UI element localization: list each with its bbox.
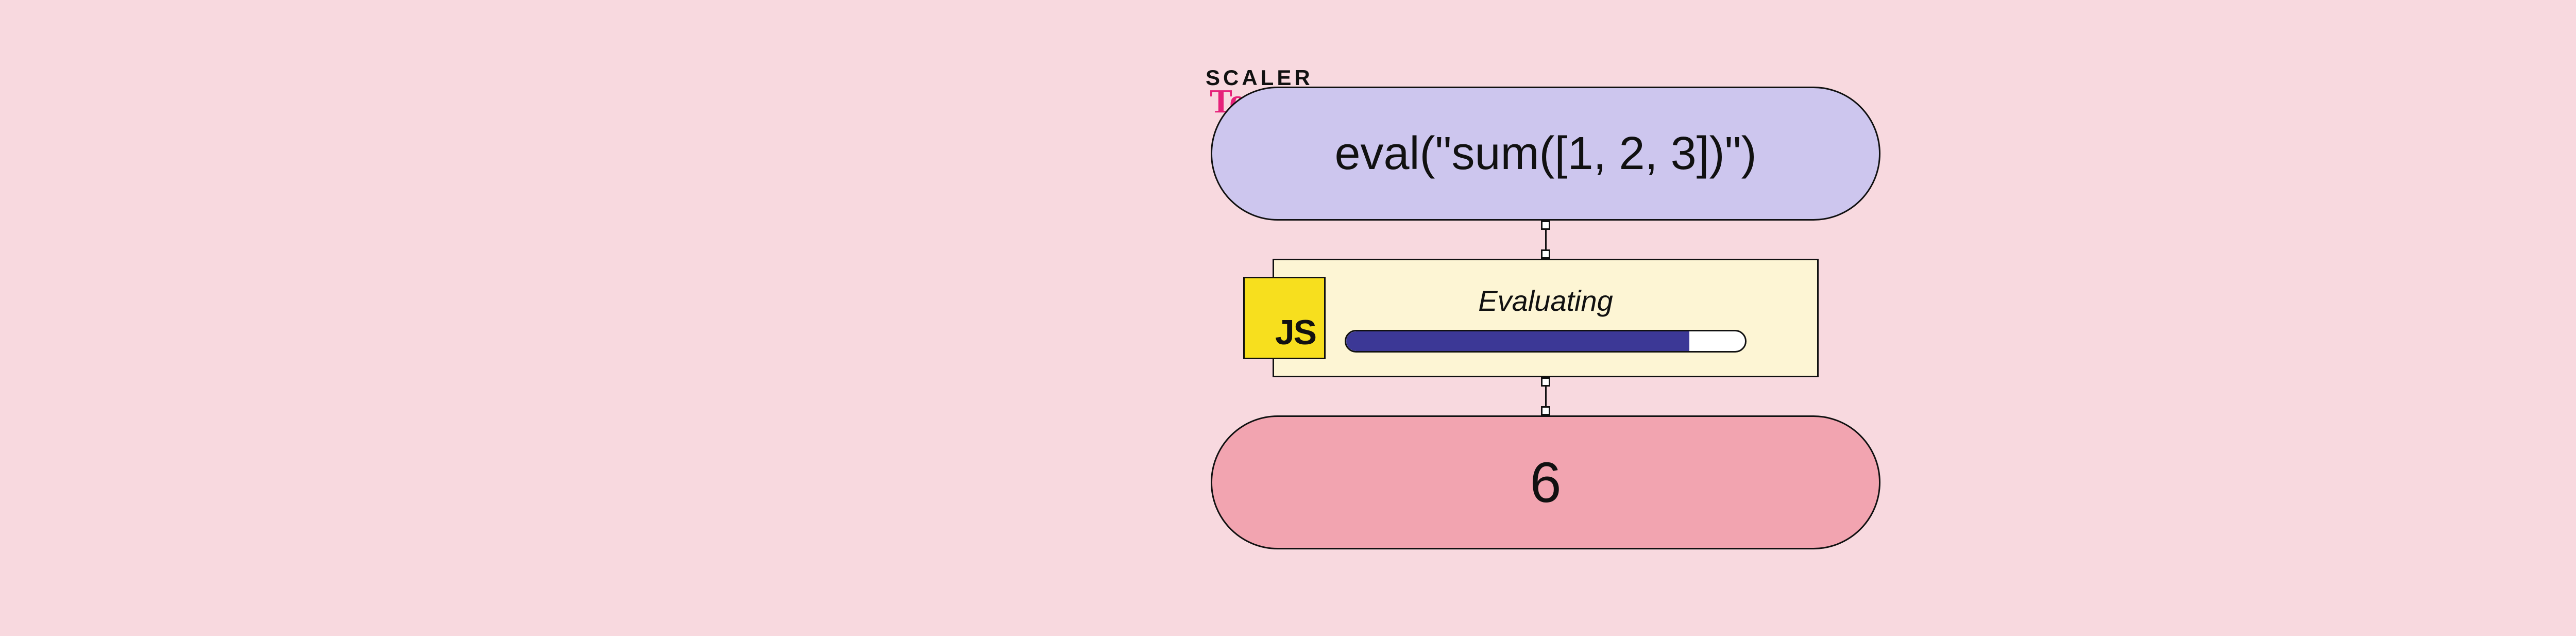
- js-badge-icon: JS: [1243, 277, 1326, 359]
- input-pill: eval("sum([1, 2, 3])"): [1211, 87, 1880, 221]
- connector-node-icon: [1541, 249, 1550, 259]
- evaluator-label: Evaluating: [1478, 284, 1613, 317]
- connector-node-icon: [1541, 377, 1550, 387]
- connector-line: [1545, 387, 1547, 406]
- output-pill: 6: [1211, 415, 1880, 549]
- connector-bottom: [1541, 377, 1550, 415]
- js-badge-label: JS: [1275, 312, 1316, 353]
- evaluator-box: JS Evaluating: [1273, 259, 1819, 377]
- connector-node-icon: [1541, 221, 1550, 230]
- progress-fill: [1346, 331, 1689, 351]
- connector-line: [1545, 230, 1547, 249]
- progress-bar: [1345, 330, 1747, 353]
- diagram-stage: eval("sum([1, 2, 3])") JS Evaluating 6: [1211, 87, 1880, 549]
- input-expression: eval("sum([1, 2, 3])"): [1334, 127, 1756, 180]
- connector-top: [1541, 221, 1550, 259]
- output-result: 6: [1530, 450, 1561, 515]
- connector-node-icon: [1541, 406, 1550, 415]
